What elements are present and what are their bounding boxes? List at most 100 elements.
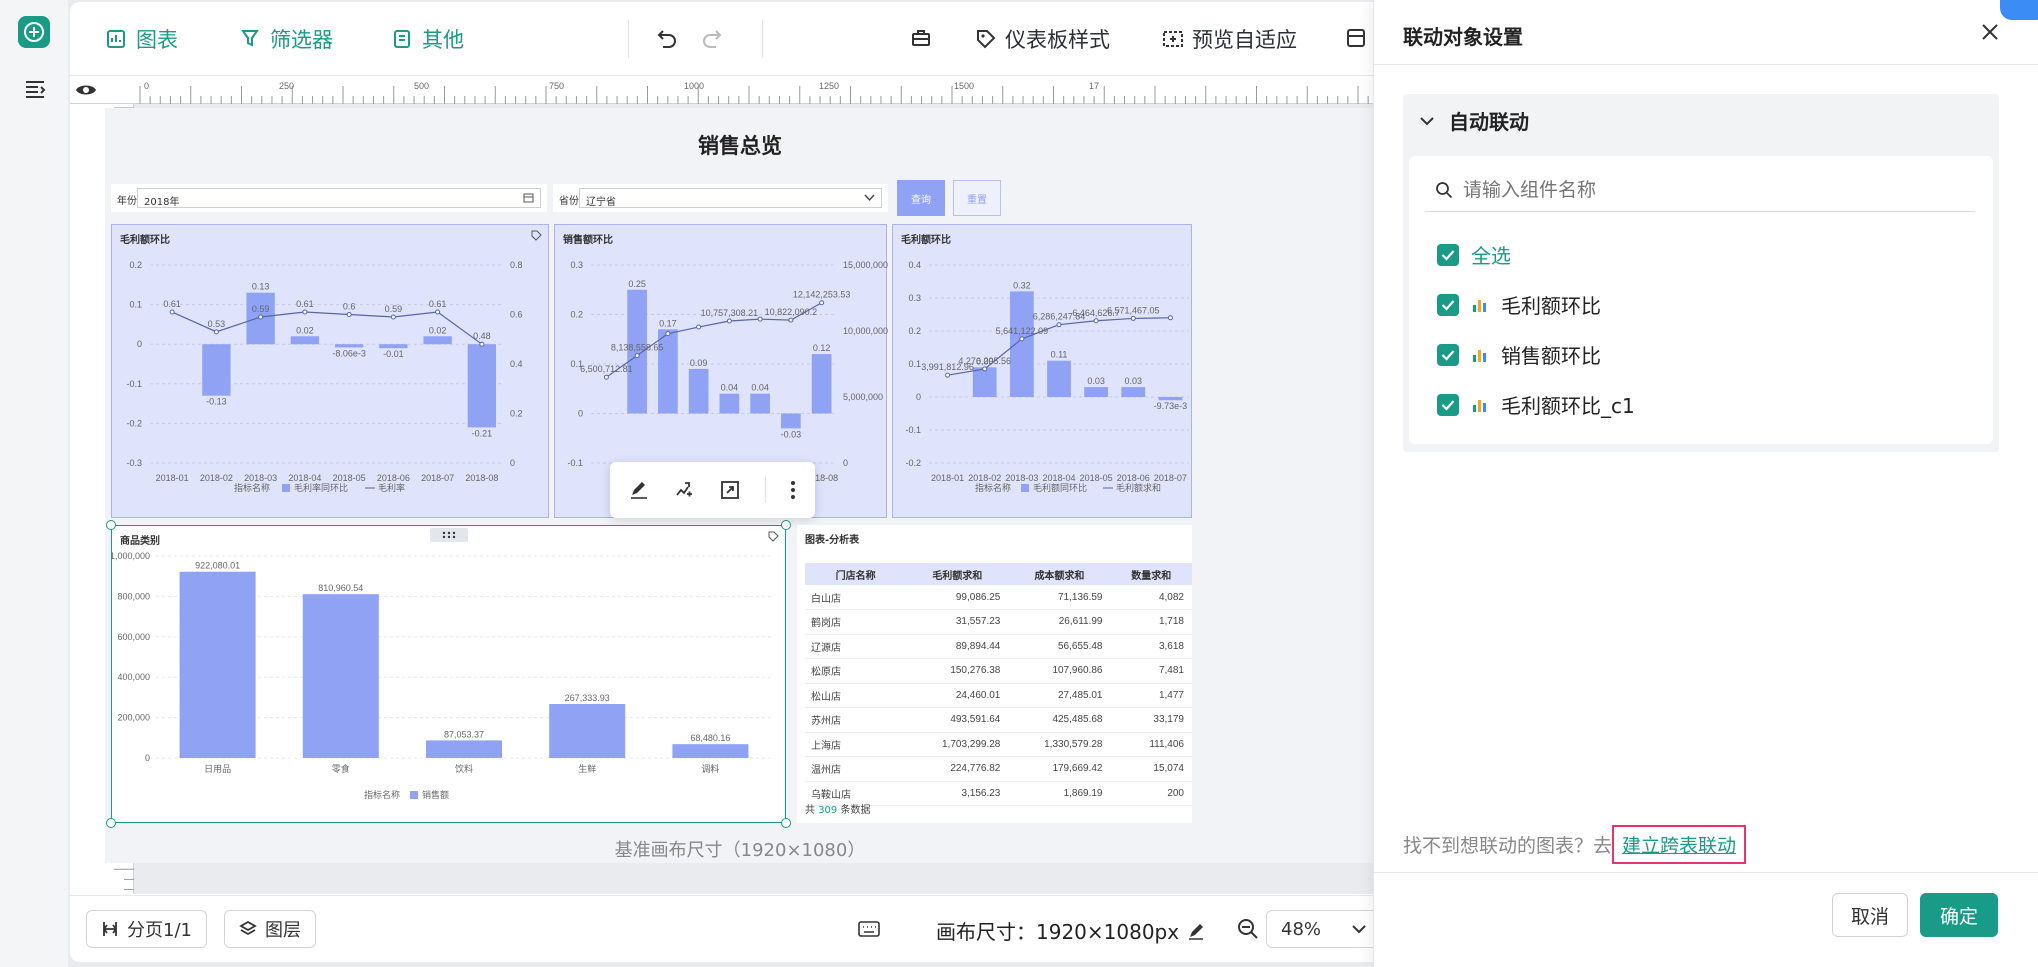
line-point (634, 353, 640, 359)
table-header-cell[interactable]: 毛利额求和 (906, 563, 1009, 585)
create-cross-linkage-link[interactable]: 建立跨表联动 (1612, 825, 1747, 864)
y-tick-label: 0 (145, 753, 150, 763)
close-icon[interactable] (1980, 22, 2000, 42)
table-cell: 150,276.38 (906, 658, 1009, 684)
line-point (479, 341, 485, 347)
line-point (1093, 318, 1099, 324)
redo-icon[interactable] (700, 26, 724, 54)
y-right-tick-label: 15,000,000 (843, 260, 888, 270)
layers-button[interactable]: 图层 (224, 910, 316, 948)
keyboard-icon[interactable] (858, 920, 880, 942)
pagination-button[interactable]: 分页1/1 (86, 910, 207, 948)
select-all-label: 全选 (1471, 244, 1511, 268)
chart-card-gross-profit-mom[interactable]: 毛利额环比 0.2 0.1 0 -0.1 -0.2 -0.3 0.8 0.6 0.4 0.2 0 20… (111, 224, 549, 518)
y-right-tick-label: 5,000,000 (843, 392, 883, 402)
bar (811, 354, 832, 414)
province-filter: 省份 辽宁省 (553, 184, 888, 212)
resize-handle[interactable] (106, 520, 116, 530)
other-button[interactable]: 其他 (392, 19, 464, 59)
reset-button[interactable]: 重置 (953, 180, 1001, 216)
bar-label: -0.21 (472, 428, 493, 438)
y-tick-label: 200,000 (117, 713, 150, 723)
left-rail (0, 0, 68, 967)
y-tick-label: 0.3 (908, 293, 921, 303)
ruler-label: 17 (1089, 81, 1099, 91)
ruler-label: 1250 (819, 81, 839, 91)
table-cell: 鹤岗店 (805, 609, 907, 635)
table-cell: 3,156.23 (906, 781, 1009, 806)
x-tick-label: 2018-03 (244, 473, 277, 483)
auto-linkage-section: 自动联动 全选 毛利额环比销售额环比毛利额环比_c1 (1403, 94, 1999, 452)
linkage-icon[interactable] (673, 479, 695, 501)
year-filter-value: 2018年 (144, 197, 180, 208)
table-header-cell[interactable]: 成本额求和 (1008, 563, 1111, 585)
cancel-button[interactable]: 取消 (1832, 893, 1908, 937)
table-cell: 24,460.01 (906, 683, 1009, 708)
chart-card-gross-profit-mom-c1[interactable]: 毛利额环比 0.4 0.3 0.2 0.1 0 -0.1 -0.2 2018-01 0.09 20… (892, 224, 1192, 518)
undo-icon[interactable] (655, 26, 679, 54)
fullscreen-icon[interactable] (719, 479, 741, 501)
checkbox-checked-icon (1437, 243, 1459, 266)
x-tick-label: 2018-01 (931, 473, 964, 483)
query-button[interactable]: 查询 (897, 180, 945, 216)
table-row: 白山店 99,086.25 71,136.59 4,082 (805, 585, 1192, 610)
line-point (1130, 315, 1136, 321)
edit-icon[interactable] (628, 479, 650, 501)
province-filter-select[interactable]: 辽宁省 (579, 188, 882, 208)
select-all-checkbox[interactable]: 全选 (1437, 240, 1511, 269)
line-point (1167, 315, 1173, 321)
outline-menu-icon[interactable] (24, 78, 46, 104)
bar-label: -9.73e-3 (1154, 401, 1188, 411)
table-header-cell[interactable]: 门店名称 (805, 563, 907, 585)
component-checkbox-item[interactable]: 销售额环比 (1437, 340, 1601, 369)
more-vertical-icon[interactable] (789, 479, 797, 501)
bar-label: 0.04 (751, 383, 769, 393)
bar-label: -0.13 (206, 397, 227, 407)
province-filter-value: 辽宁省 (586, 197, 616, 208)
visibility-eye-icon[interactable] (74, 80, 98, 100)
x-tick-label: 日用品 (204, 764, 231, 774)
bar-label: 87,053.37 (444, 729, 484, 739)
chart-button[interactable]: 图表 (106, 19, 178, 59)
toolkit-icon[interactable] (910, 27, 932, 53)
preview-adapt-button[interactable]: 预览自适应 (1162, 19, 1297, 59)
x-tick-label: 生鲜 (578, 763, 596, 774)
chevron-down-icon (864, 194, 875, 202)
filter-button[interactable]: 筛选器 (240, 19, 333, 59)
table-cell: 425,485.68 (1008, 707, 1111, 733)
component-list-box: 全选 毛利额环比销售额环比毛利额环比_c1 (1409, 156, 1993, 444)
assistant-badge[interactable] (2000, 0, 2038, 20)
line-label: 10,757,308.21 (701, 308, 759, 318)
line-label: 6,500,712.81 (580, 364, 633, 374)
table-row: 上海店 1,703,299.28 1,330,579.28 111,406 (805, 732, 1192, 757)
year-filter-input[interactable]: 2018年 (137, 188, 541, 208)
table-footer-count: 309 (818, 805, 838, 816)
chart-add-icon (107, 30, 125, 48)
line-label: 4,276,205.56 (958, 356, 1011, 366)
zoom-select[interactable]: 48% (1266, 910, 1382, 948)
zoom-out-icon[interactable] (1236, 917, 1260, 945)
chart-card-product-category[interactable]: 商品类别 1,000,000 800,000 600,000 400,000 200,0… (106, 520, 791, 828)
dashboard-style-button[interactable]: 仪表板样式 (975, 19, 1110, 59)
table-row: 松山店 24,460.01 27,485.01 1,477 (805, 683, 1192, 708)
component-search-input[interactable] (1463, 178, 1943, 201)
resize-handle[interactable] (781, 818, 791, 828)
component-checkbox-item[interactable]: 毛利额环比_c1 (1437, 390, 1635, 419)
bar (549, 703, 626, 758)
component-search[interactable] (1425, 168, 1975, 212)
line-point (819, 300, 825, 306)
bar (719, 393, 740, 414)
resize-handle[interactable] (781, 520, 791, 530)
confirm-button[interactable]: 确定 (1920, 893, 1998, 937)
edit-pencil-icon[interactable] (1187, 922, 1205, 940)
more-tool-icon[interactable] (1345, 27, 1367, 53)
add-component-icon[interactable] (18, 16, 50, 48)
component-checkbox-item[interactable]: 毛利额环比 (1437, 290, 1601, 319)
component-name: 毛利额环比_c1 (1501, 394, 1635, 418)
auto-linkage-header[interactable]: 自动联动 (1419, 106, 1529, 135)
analysis-table-card[interactable]: 图表-分析表 门店名称 毛利额求和 成本额求和 数量求和 白山店 99,086.25 71… (797, 525, 1192, 823)
resize-handle[interactable] (106, 818, 116, 828)
table-header-cell[interactable]: 数量求和 (1110, 563, 1192, 585)
table-row: 松原店 150,276.38 107,960.86 7,481 (805, 658, 1192, 684)
table-cell: 71,136.59 (1008, 585, 1111, 610)
